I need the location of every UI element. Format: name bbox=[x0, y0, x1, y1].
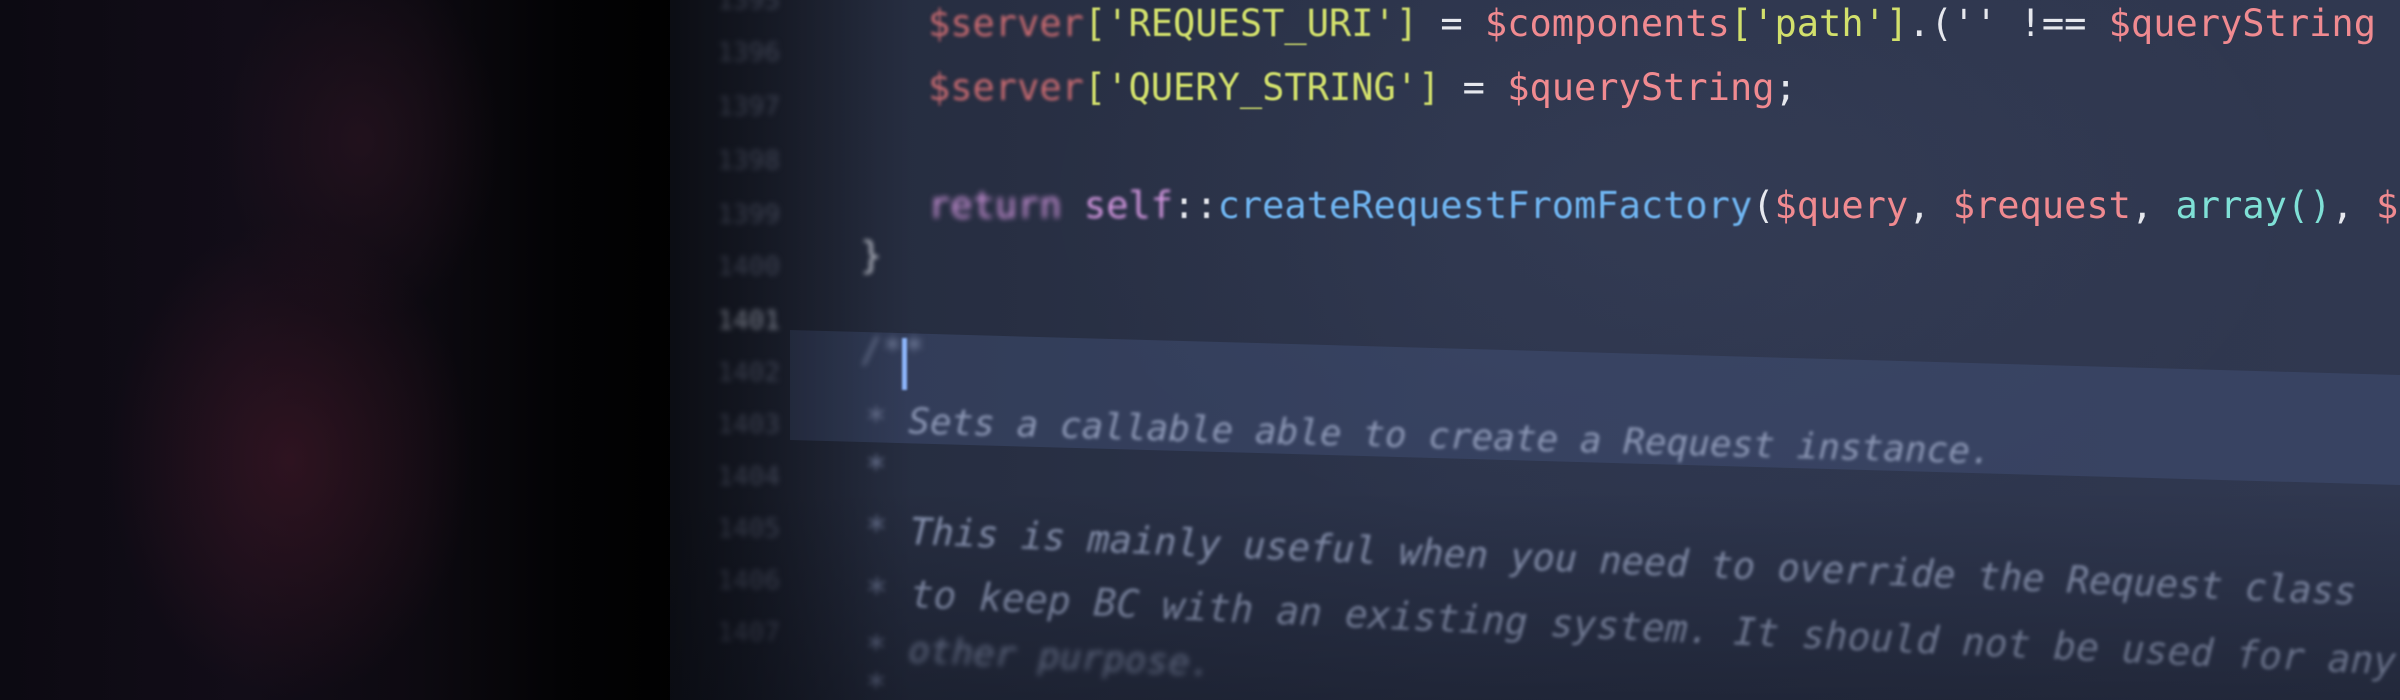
code-token-variable: $server bbox=[928, 66, 1084, 109]
comment-asterisk: * bbox=[864, 400, 909, 443]
code-token-variable: $request bbox=[1952, 184, 2131, 227]
code-token-operator: = bbox=[1440, 66, 1508, 109]
photo-stage: 1395 1396 1397 1398 1399 1400 1401 1402 … bbox=[0, 0, 2400, 700]
code-token-string: ['REQUEST_URI'] bbox=[1083, 2, 1419, 45]
doc-comment-open: /** bbox=[860, 330, 926, 371]
doc-comment-line: * bbox=[864, 448, 887, 490]
code-token-operator: , bbox=[1908, 184, 1953, 227]
code-token-variable: $query bbox=[1774, 184, 1909, 227]
comment-asterisk: * bbox=[864, 570, 912, 617]
code-token-operator: , bbox=[2331, 184, 2377, 227]
code-token-function: array() bbox=[2175, 184, 2332, 227]
code-token-function: createRequestFromFactory bbox=[1217, 184, 1753, 227]
code-token-variable: $queryString bbox=[2108, 2, 2376, 45]
doc-comment-line: * bbox=[864, 666, 888, 700]
code-token-operator: ( bbox=[1752, 184, 1775, 227]
code-token-operator: , bbox=[2130, 184, 2176, 227]
code-token-keyword: return bbox=[928, 184, 1062, 227]
code-token-operator: .('' !== bbox=[1908, 2, 2109, 45]
code-token-string: ['QUERY_STRING'] bbox=[1083, 66, 1441, 109]
code-token-operator: ; bbox=[1774, 66, 1797, 109]
comment-asterisk: * bbox=[864, 628, 910, 671]
comment-asterisk: * bbox=[864, 448, 888, 490]
code-editor-screen: 1395 1396 1397 1398 1399 1400 1401 1402 … bbox=[670, 0, 2400, 700]
comment-asterisk: * bbox=[864, 666, 888, 700]
code-line-request-uri: $server['REQUEST_URI'] = $components['pa… bbox=[928, 2, 2376, 45]
code-token-variable: $server bbox=[928, 2, 1084, 45]
code-token-operator: = bbox=[1418, 2, 1485, 45]
code-line-closing-brace: } bbox=[860, 234, 883, 277]
code-token-operator: :: bbox=[1173, 184, 1218, 227]
comment-asterisk: * bbox=[864, 508, 911, 553]
code-token-variable: $queryString bbox=[1507, 66, 1775, 109]
code-line-return: return self::createRequestFromFactory($q… bbox=[928, 184, 2400, 227]
code-line-query-string: $server['QUERY_STRING'] = $queryString; bbox=[928, 66, 1797, 109]
code-token-variable: $components bbox=[1484, 2, 1730, 45]
code-token-variable: $c bbox=[2376, 184, 2400, 227]
code-token-string: ['path'] bbox=[1729, 2, 1909, 45]
text-cursor bbox=[902, 338, 907, 390]
code-token-keyword: self bbox=[1061, 184, 1174, 227]
monitor-bezel bbox=[0, 0, 700, 700]
